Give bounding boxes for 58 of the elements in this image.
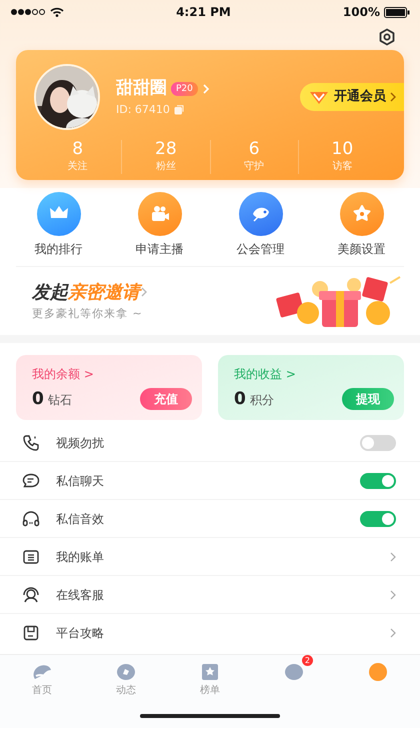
setting-label: 视频勿扰: [56, 435, 105, 452]
stat-label[interactable]: 关注: [34, 158, 122, 174]
earnings-title[interactable]: 我的收益 >: [234, 364, 394, 383]
diamond-icon: [308, 89, 330, 105]
setting-label: 私信音效: [56, 511, 105, 528]
camera-icon[interactable]: [138, 192, 182, 236]
phone-icon: [22, 434, 40, 452]
tab-label[interactable]: 动态: [116, 683, 136, 698]
crown-icon[interactable]: [36, 192, 80, 236]
withdraw-button[interactable]: 提现: [342, 388, 394, 410]
toggle-switch[interactable]: [360, 435, 396, 452]
shortcut-label[interactable]: 公会管理: [236, 240, 284, 258]
chevron-right-icon[interactable]: [390, 552, 396, 562]
setting-label[interactable]: 在线客服: [56, 586, 390, 604]
vip-button[interactable]: 开通会员: [300, 83, 404, 111]
chevron-right-icon: [390, 92, 396, 102]
stat-label[interactable]: 访客: [298, 158, 386, 174]
setting-label: 私信聊天: [56, 473, 105, 490]
user-name: 甜甜圈: [116, 77, 167, 100]
notification-badge: 2: [302, 655, 313, 666]
stat-label[interactable]: 守护: [210, 158, 298, 174]
wifi-icon: [50, 7, 64, 17]
settings-icon[interactable]: [378, 28, 396, 46]
tab-label[interactable]: 首页: [32, 683, 52, 698]
stat-value[interactable]: 28: [122, 140, 210, 159]
setting-label[interactable]: 平台攻略: [56, 624, 390, 642]
setting-label[interactable]: 我的账单: [56, 548, 390, 566]
stat-label[interactable]: 粉丝: [122, 158, 210, 174]
clock-time: 4:21 PM: [176, 4, 231, 21]
shortcut-label[interactable]: 申请主播: [136, 240, 184, 258]
clipboard-icon: [22, 624, 40, 642]
amount-value: 0: [234, 388, 246, 411]
level-tag: P20: [171, 82, 198, 96]
balance-title[interactable]: 我的余额 >: [32, 364, 192, 383]
battery-percent: 100%: [342, 4, 380, 21]
user-id: ID: 67410: [116, 102, 170, 118]
copy-icon[interactable]: [174, 104, 184, 115]
signal-icon: [10, 8, 46, 16]
headphones-icon: [22, 510, 40, 528]
chevron-right-icon[interactable]: [390, 628, 396, 638]
recharge-button[interactable]: 充值: [140, 388, 192, 410]
amount-unit: 钻石: [48, 392, 72, 409]
battery-icon: [384, 6, 410, 18]
chevron-right-icon[interactable]: [390, 590, 396, 600]
invite-title[interactable]: 发起亲密邀请: [32, 278, 148, 306]
amount-unit: 积分: [250, 392, 274, 409]
invite-subtitle: 更多豪礼等你来拿 ~: [32, 306, 144, 322]
toggle-switch[interactable]: [360, 473, 396, 490]
stat-value[interactable]: 8: [34, 140, 122, 159]
toggle-switch[interactable]: [360, 511, 396, 528]
stat-value[interactable]: 6: [210, 140, 298, 159]
stat-value[interactable]: 10: [298, 140, 386, 159]
headset-icon: [22, 586, 40, 604]
amount-value: 0: [32, 388, 44, 411]
list-icon: [22, 548, 40, 566]
shortcut-label[interactable]: 我的排行: [34, 240, 82, 258]
shortcut-label[interactable]: 美颜设置: [338, 240, 386, 258]
tab-label[interactable]: 榜单: [200, 683, 220, 698]
